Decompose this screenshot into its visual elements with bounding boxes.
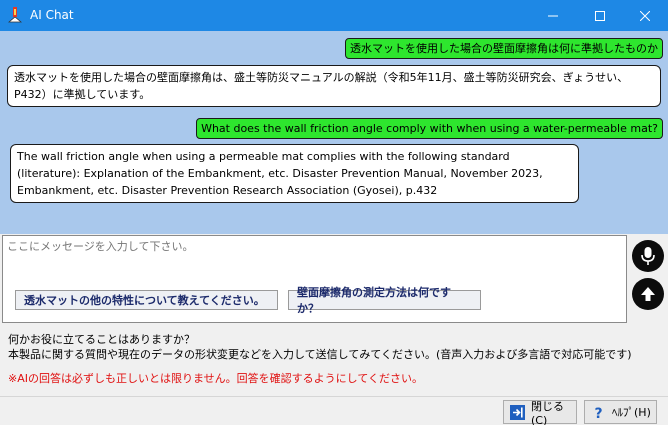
- minimize-icon: [548, 15, 558, 16]
- question-icon: ?: [591, 405, 606, 420]
- close-icon: [640, 10, 650, 21]
- chat-history[interactable]: 透水マットを使用した場合の壁面摩擦角は何に準拠したものか 透水マットを使用した場…: [0, 31, 668, 234]
- minimize-button[interactable]: [530, 0, 576, 31]
- suggestion-button[interactable]: 壁面摩擦角の測定方法は何ですか？: [288, 286, 481, 315]
- message-input[interactable]: [7, 238, 619, 283]
- svg-text:?: ?: [594, 406, 602, 420]
- window-title: AI Chat: [30, 8, 74, 22]
- help-button-label: ﾍﾙﾌﾟ(H): [612, 406, 651, 419]
- ai-disclaimer: ※AIの回答は必ずしも正しいとは限りません。回答を確認するようにしてください。: [8, 372, 423, 385]
- user-message: 透水マットを使用した場合の壁面摩擦角は何に準拠したものか: [345, 38, 663, 59]
- info-question: 何かお役に立てることはありますか？: [8, 333, 195, 346]
- maximize-icon: [595, 10, 605, 21]
- exit-icon: [510, 404, 525, 420]
- user-message: What does the wall friction angle comply…: [196, 118, 663, 139]
- ai-message: The wall friction angle when using a per…: [10, 144, 579, 203]
- send-button[interactable]: [632, 278, 664, 310]
- suggestion-button[interactable]: 透水マットの他の特性について教えてください。: [15, 290, 278, 310]
- app-icon: [7, 7, 23, 23]
- maximize-button[interactable]: [577, 0, 623, 31]
- ai-message: 透水マットを使用した場合の壁面摩擦角は、盛土等防災マニュアルの解説（令和5年11…: [7, 65, 661, 107]
- title-bar: AI Chat: [0, 0, 668, 31]
- message-input-area: 透水マットの他の特性について教えてください。 壁面摩擦角の測定方法は何ですか？: [2, 235, 627, 323]
- close-button-label: 閉じる(C): [531, 399, 564, 425]
- help-button[interactable]: ? ﾍﾙﾌﾟ(H): [584, 400, 657, 424]
- voice-input-button[interactable]: [632, 240, 664, 272]
- microphone-icon: [641, 247, 655, 265]
- info-description: 本製品に関する質問や現在のデータの形状変更などを入力して送信してみてください。(…: [8, 348, 632, 361]
- arrow-up-icon: [641, 287, 655, 301]
- close-button[interactable]: 閉じる(C): [503, 399, 577, 425]
- close-window-button[interactable]: [622, 0, 668, 31]
